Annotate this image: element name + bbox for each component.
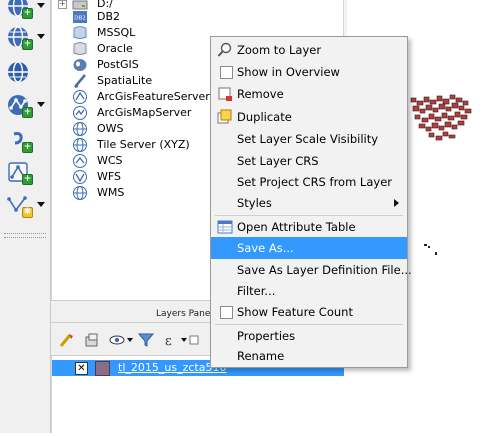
menu-item-label: Duplicate [237, 110, 292, 124]
layer-context-menu: Zoom to Layer Show in Overview Remove Du… [210, 36, 412, 368]
postgis-icon [73, 59, 87, 71]
menu-item-label: Zoom to Layer [237, 43, 322, 57]
plus-icon: + [22, 174, 33, 185]
menu-item-label: Styles [237, 196, 272, 210]
arcgis-map-server-icon [73, 106, 87, 120]
tree-item-label: DB2 [97, 10, 121, 23]
dropdown-arrow-icon[interactable] [37, 3, 45, 8]
mssql-icon [73, 26, 87, 39]
tree-item-label: WFS [97, 170, 121, 183]
menu-item-show-in-overview[interactable]: Show in Overview [211, 61, 407, 83]
menu-item-open-attribute-table[interactable]: Open Attribute Table [211, 216, 407, 238]
menu-item-styles[interactable]: Styles [211, 192, 407, 214]
menu-item-label: Open Attribute Table [237, 220, 356, 234]
dropdown-arrow-icon[interactable] [127, 338, 133, 342]
menu-item-label: Set Layer CRS [237, 154, 319, 168]
zoom-layer-icon [217, 42, 232, 57]
menu-item-set-project-crs[interactable]: Set Project CRS from Layer [211, 171, 407, 193]
spatialite-icon [74, 74, 86, 88]
svg-text:DB2: DB2 [74, 16, 86, 22]
plus-icon: + [22, 107, 33, 118]
tree-item-label: PostGIS [97, 58, 139, 71]
tree-item-label: MSSQL [97, 26, 136, 39]
menu-item-set-layer-scale-visibility[interactable]: Set Layer Scale Visibility [211, 128, 407, 150]
dropdown-arrow-icon[interactable] [37, 102, 45, 107]
expand-icon[interactable]: + [58, 0, 67, 9]
tree-item-label: SpatiaLite [97, 74, 153, 87]
menu-item-save-layer-definition[interactable]: Save As Layer Definition File... [211, 259, 412, 281]
wcs-icon [73, 154, 87, 168]
style-brush-icon[interactable] [58, 331, 76, 349]
plus-icon: + [22, 142, 33, 153]
tree-item-label: OWS [97, 122, 124, 135]
menu-item-label: Save As Layer Definition File... [237, 263, 412, 277]
menu-item-label: Show in Overview [237, 65, 340, 79]
add-wfs-layer-button[interactable]: + [6, 93, 46, 119]
menu-item-label: Properties [237, 329, 296, 343]
menu-item-label: Set Project CRS from Layer [237, 175, 392, 189]
menu-item-label: Show Feature Count [237, 305, 353, 319]
plus-icon: + [22, 8, 33, 19]
duplicate-icon [217, 109, 232, 124]
toolbar-separator [4, 233, 46, 238]
arcgis-feature-server-icon [73, 90, 87, 104]
menu-item-label: Rename [237, 349, 285, 363]
tile-server-icon [73, 138, 87, 152]
menu-item-show-feature-count[interactable]: Show Feature Count [211, 301, 407, 323]
db2-icon: DB2 [73, 11, 87, 23]
tree-item-label: ArcGisMapServer [97, 106, 192, 119]
menu-item-label: Remove [237, 87, 284, 101]
tree-item-label: ArcGisFeatureServer [97, 90, 210, 103]
data-source-toolbar: + + + + + ✱ [0, 0, 51, 433]
tree-item-label: Oracle [97, 42, 133, 55]
submenu-arrow-icon [394, 199, 399, 207]
menu-item-label: Filter... [237, 284, 276, 298]
dropdown-arrow-icon[interactable] [37, 34, 45, 39]
tree-item-label: Tile Server (XYZ) [97, 138, 190, 151]
menu-item-label: Set Layer Scale Visibility [237, 132, 379, 146]
add-wms-layer-button[interactable]: + [6, 25, 46, 51]
globe-icon [8, 61, 28, 83]
ows-icon [73, 122, 87, 136]
tree-item-label: D:/ [97, 0, 113, 10]
menu-item-label: Save As... [237, 241, 294, 255]
star-badge-icon: ✱ [22, 207, 33, 218]
new-shapefile-layer-button[interactable]: ✱ [6, 193, 46, 219]
add-wcs-layer-button[interactable] [6, 60, 46, 86]
remove-icon [218, 87, 232, 101]
menu-item-set-layer-crs[interactable]: Set Layer CRS [211, 150, 407, 172]
show-in-overview-checkbox[interactable] [220, 66, 233, 79]
wms-icon [73, 186, 87, 200]
filter-icon[interactable] [137, 331, 155, 349]
menu-item-save-as[interactable]: Save As... [211, 237, 407, 259]
add-spatialite-layer-button[interactable]: + [6, 0, 46, 20]
layers-panel-title: Layers Panel [156, 309, 213, 319]
menu-item-zoom-to-layer[interactable]: Zoom to Layer [211, 39, 407, 61]
menu-item-properties[interactable]: Properties [211, 325, 407, 347]
oracle-icon [73, 42, 87, 55]
add-group-icon[interactable] [83, 331, 101, 349]
tree-item-label: WCS [97, 154, 123, 167]
plus-icon: + [22, 39, 33, 50]
layer-symbol[interactable] [95, 361, 110, 376]
expression-filter-icon[interactable]: ε [162, 331, 180, 349]
add-arcgis-layer-button[interactable]: + [6, 128, 46, 154]
menu-item-rename[interactable]: Rename [211, 345, 407, 367]
wfs-icon [73, 170, 87, 184]
dropdown-arrow-icon[interactable] [37, 202, 45, 207]
visibility-eye-icon[interactable] [108, 331, 126, 349]
menu-item-duplicate[interactable]: Duplicate [211, 106, 407, 128]
svg-text:ε: ε [165, 334, 172, 349]
dropdown-arrow-icon[interactable] [181, 338, 187, 342]
menu-item-remove[interactable]: Remove [211, 83, 407, 105]
menu-item-filter[interactable]: Filter... [211, 280, 407, 302]
show-feature-count-checkbox[interactable] [220, 306, 233, 319]
tree-item-label: WMS [97, 186, 125, 199]
add-delimited-text-layer-button[interactable]: + [6, 160, 46, 186]
table-icon [217, 220, 233, 234]
layer-visibility-checkbox[interactable]: ✕ [75, 362, 88, 375]
expand-all-icon[interactable] [189, 331, 199, 349]
